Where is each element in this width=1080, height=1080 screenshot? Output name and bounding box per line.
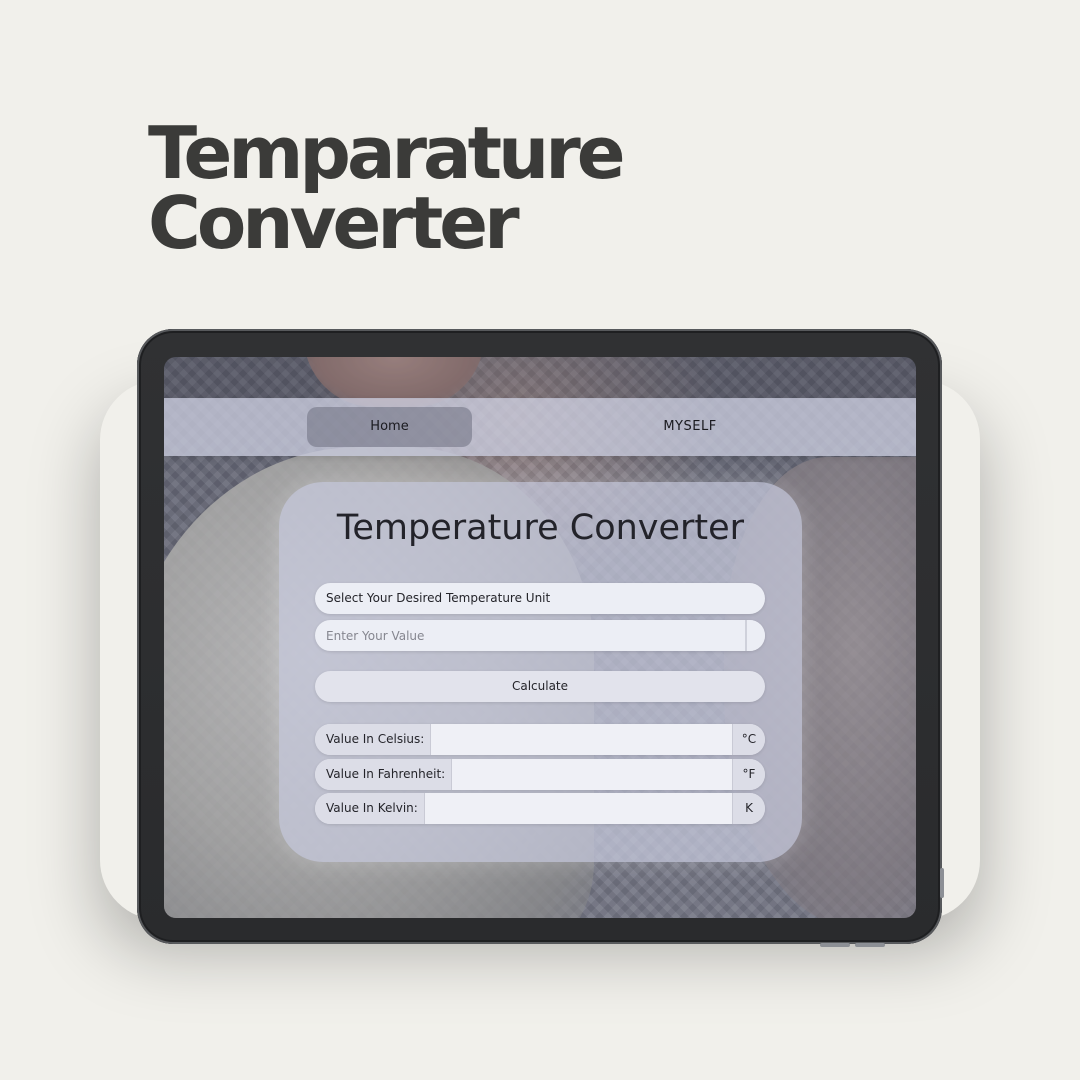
promo-title: Temparature Converter: [148, 111, 626, 265]
nav-myself-link[interactable]: MYSELF: [604, 407, 776, 447]
converter-title: Temperature Converter: [336, 508, 745, 548]
promo-title-line1: Temparature: [148, 111, 626, 195]
promo-page: Temparature Converter Home MYSELF Temper…: [0, 0, 1080, 1080]
nav-home-link[interactable]: Home: [307, 407, 472, 447]
kelvin-unit: K: [733, 793, 765, 824]
converter-card: Temperature Converter Select Your Desire…: [279, 482, 802, 862]
celsius-output: [430, 724, 733, 755]
fahrenheit-output: [451, 759, 733, 790]
navbar: Home MYSELF: [164, 398, 916, 456]
value-input-field: [315, 620, 765, 651]
fahrenheit-label: Value In Fahrenheit:: [315, 759, 452, 790]
celsius-label: Value In Celsius:: [315, 724, 431, 755]
kelvin-output: [423, 793, 733, 824]
kelvin-label: Value In Kelvin:: [315, 793, 424, 824]
tablet-volume-button: [855, 943, 885, 947]
fahrenheit-unit: °F: [733, 759, 765, 790]
celsius-result-row: Value In Celsius: °C: [315, 724, 765, 755]
calculate-button[interactable]: Calculate: [315, 671, 765, 702]
value-spinner[interactable]: [745, 620, 765, 651]
value-input[interactable]: [315, 620, 745, 651]
background-top-strip: [164, 357, 916, 399]
tablet-volume-button: [820, 943, 850, 947]
tablet-screen: Home MYSELF Temperature Converter Select…: [164, 357, 916, 918]
kelvin-result-row: Value In Kelvin: K: [315, 793, 765, 824]
tablet-power-button: [940, 868, 944, 898]
celsius-unit: °C: [733, 724, 765, 755]
promo-title-line2: Converter: [148, 181, 520, 265]
fahrenheit-result-row: Value In Fahrenheit: °F: [315, 759, 765, 790]
unit-select[interactable]: Select Your Desired Temperature Unit: [315, 583, 765, 614]
